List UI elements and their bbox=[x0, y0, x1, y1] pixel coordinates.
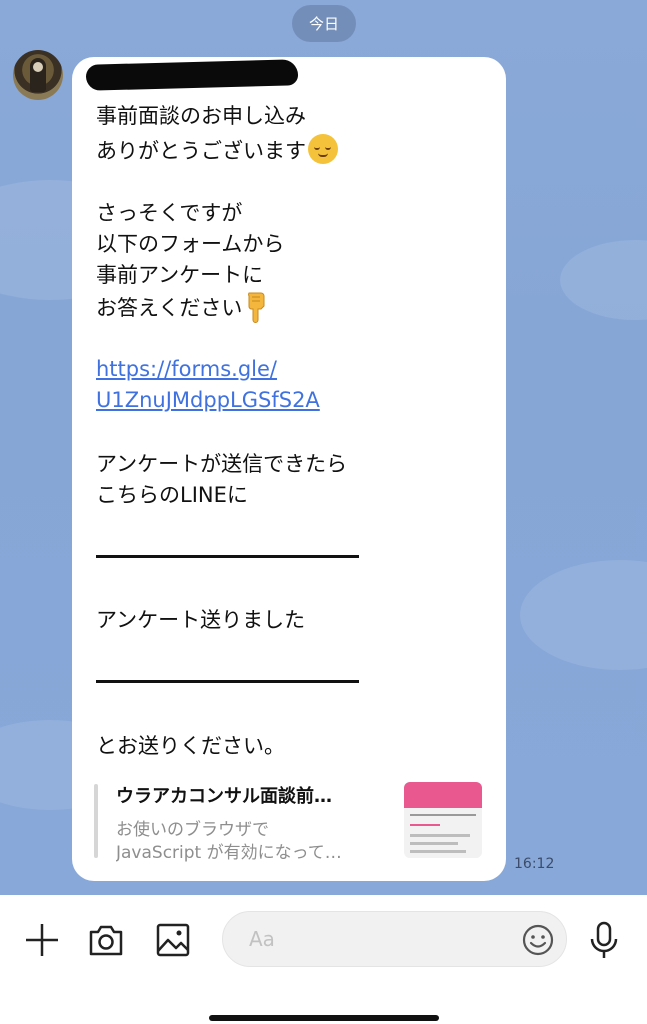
message-line: アンケートが送信できたら bbox=[96, 452, 348, 476]
message-line: 事前面談のお申し込み bbox=[96, 104, 306, 128]
message-line: とお送りください。 bbox=[96, 734, 285, 758]
form-link[interactable]: U1ZnuJMdppLGSfS2A bbox=[96, 385, 320, 416]
preview-description: JavaScript が有効になって… bbox=[116, 843, 342, 863]
message-line: 事前アンケートに bbox=[96, 263, 264, 287]
message-line: お答えください bbox=[96, 296, 243, 320]
divider bbox=[96, 555, 359, 558]
quoted-reply-text: アンケート送りました bbox=[96, 608, 306, 632]
home-indicator bbox=[209, 1015, 439, 1021]
preview-thumbnail bbox=[404, 782, 482, 858]
divider bbox=[96, 680, 359, 683]
message-timestamp: 16:12 bbox=[514, 856, 555, 872]
pointing-down-icon bbox=[244, 291, 268, 323]
emoji-icon[interactable] bbox=[518, 920, 558, 960]
message-line: さっそくですが bbox=[96, 201, 243, 225]
microphone-icon[interactable] bbox=[584, 920, 624, 960]
date-separator: 今日 bbox=[292, 5, 356, 42]
chat-area[interactable]: 今日 事前面談のお申し込み ありがとうございます さっそくですが 以下のフォーム… bbox=[0, 0, 647, 895]
sender-name-redacted bbox=[85, 59, 299, 91]
message-input[interactable]: Aa bbox=[222, 911, 567, 967]
preview-accent-bar bbox=[94, 784, 98, 858]
relieved-face-icon bbox=[308, 134, 338, 164]
message-line: 以下のフォームから bbox=[96, 232, 285, 256]
link-preview-card[interactable]: ウラアカコンサル面談前… お使いのブラウザで JavaScript が有効になっ… bbox=[94, 782, 486, 863]
camera-icon[interactable] bbox=[86, 920, 126, 960]
image-icon[interactable] bbox=[153, 920, 193, 960]
preview-title: ウラアカコンサル面談前… bbox=[116, 786, 332, 807]
input-placeholder: Aa bbox=[249, 927, 275, 951]
form-link[interactable]: https://forms.gle/ bbox=[96, 354, 277, 385]
message-line-with-emoji: ありがとうございます bbox=[96, 134, 338, 167]
plus-icon[interactable] bbox=[22, 920, 62, 960]
message-line: こちらのLINEに bbox=[96, 483, 248, 507]
message-line-with-emoji: お答えください bbox=[96, 291, 268, 324]
preview-description: お使いのブラウザで bbox=[116, 820, 269, 840]
sender-avatar[interactable] bbox=[13, 50, 63, 100]
message-line: ありがとうございます bbox=[96, 139, 306, 163]
